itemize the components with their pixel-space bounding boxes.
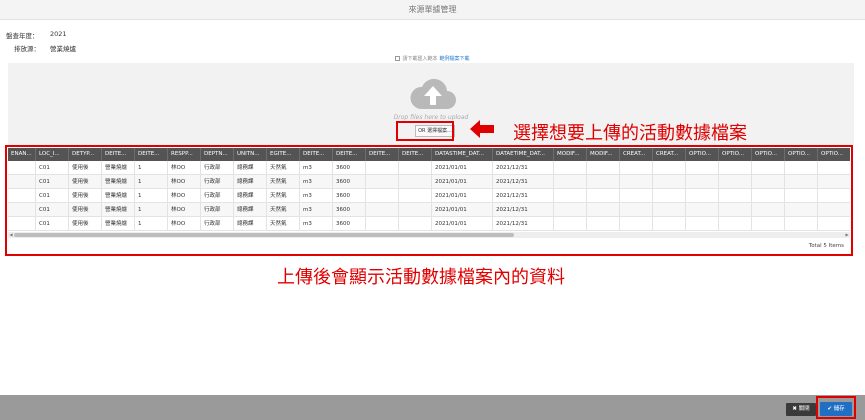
annotation-uploaded-data: 上傳後會顯示活動數據檔案內的資料 bbox=[277, 267, 565, 288]
emission-source-value: 營業燒爐 bbox=[50, 45, 76, 53]
save-button-highlight bbox=[816, 396, 856, 419]
document-icon bbox=[395, 56, 401, 61]
grid-highlight bbox=[5, 145, 853, 256]
browse-button-highlight bbox=[396, 121, 454, 141]
left-arrow-icon bbox=[470, 120, 494, 138]
year-value: 2021 bbox=[50, 30, 67, 38]
emission-source-label: 排放源： bbox=[14, 45, 40, 53]
template-download-text: 請下載匯入範本 bbox=[402, 56, 438, 62]
template-download-line: 請下載匯入範本 範例檔案下載 bbox=[0, 55, 865, 62]
close-button[interactable]: ✖ 關閉 bbox=[786, 403, 816, 416]
window-titlebar: 來源單據管理 bbox=[0, 0, 865, 20]
year-label: 盤查年度： bbox=[6, 32, 39, 40]
footer-bar bbox=[0, 395, 865, 420]
template-download-link[interactable]: 範例檔案下載 bbox=[440, 56, 470, 62]
close-label: 關閉 bbox=[798, 406, 810, 412]
annotation-select-file: 選擇想要上傳的活動數據檔案 bbox=[513, 123, 747, 144]
close-icon: ✖ bbox=[792, 406, 797, 412]
cloud-upload-icon bbox=[410, 78, 456, 109]
window-title: 來源單據管理 bbox=[408, 5, 457, 14]
